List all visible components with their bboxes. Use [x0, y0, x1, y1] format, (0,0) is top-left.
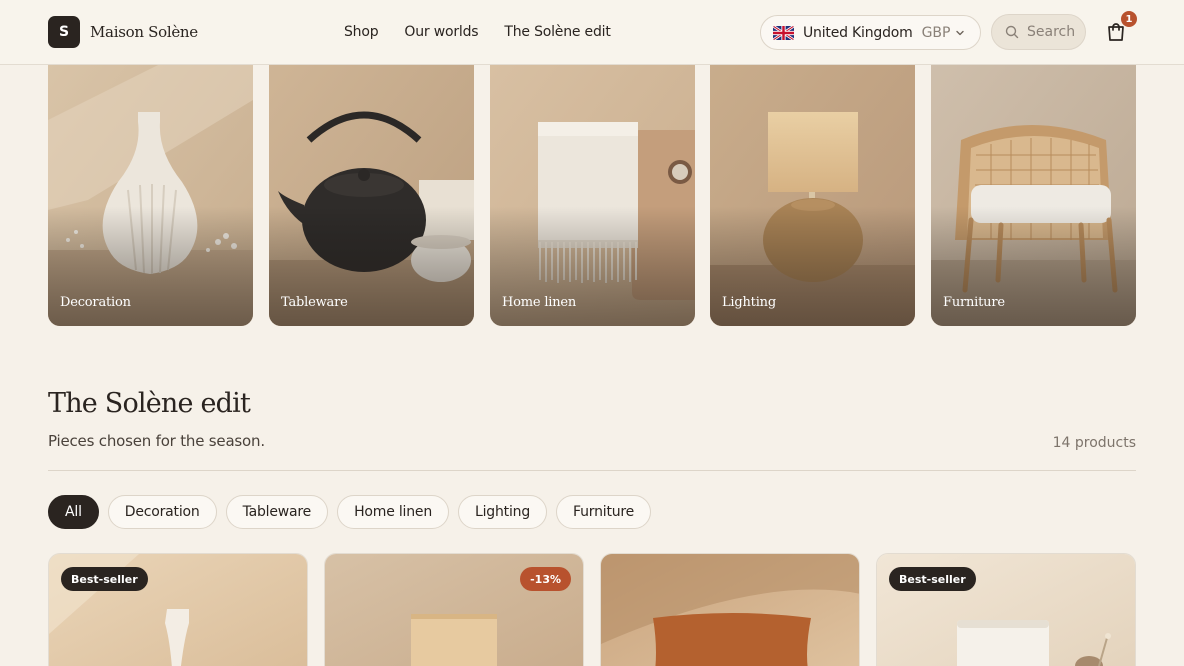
filter-chip-all[interactable]: All — [48, 495, 99, 529]
filter-chips: All Decoration Tableware Home linen Ligh… — [48, 495, 652, 529]
table-lamp-image — [710, 60, 915, 326]
product-card[interactable] — [600, 553, 860, 666]
filter-chip-home-linen[interactable]: Home linen — [337, 495, 450, 529]
nav-our-worlds[interactable]: Our worlds — [404, 20, 478, 44]
filter-chip-furniture[interactable]: Furniture — [556, 495, 652, 529]
site-header: S Maison Solène Shop Our worlds The Solè… — [0, 0, 1184, 65]
uk-flag-icon — [773, 25, 794, 40]
country-selector[interactable]: United Kingdom GBP — [760, 15, 981, 50]
best-seller-badge: Best-seller — [889, 567, 976, 591]
section-title: The Solène edit — [48, 388, 251, 419]
cushion-product-image — [601, 554, 859, 666]
filter-chip-decoration[interactable]: Decoration — [107, 495, 217, 529]
logo-mark: S — [48, 16, 80, 48]
category-grid: Decoration Tableware Home linen Lighting… — [48, 60, 1136, 326]
best-seller-badge: Best-seller — [61, 567, 148, 591]
brand-logo[interactable]: S Maison Solène — [48, 16, 198, 48]
product-card[interactable]: Best-seller — [876, 553, 1136, 666]
product-card[interactable]: Best-seller — [48, 553, 308, 666]
nav-solene-edit[interactable]: The Solène edit — [504, 20, 610, 44]
section-divider — [48, 470, 1136, 471]
search-icon — [1005, 25, 1019, 39]
category-tile-tableware[interactable]: Tableware — [269, 60, 474, 326]
discount-badge: -13% — [520, 567, 571, 591]
category-label: Furniture — [943, 295, 1005, 310]
search-placeholder: Search — [1027, 24, 1076, 40]
category-label: Tableware — [281, 295, 348, 310]
category-label: Home linen — [502, 295, 577, 310]
search-field[interactable]: Search — [991, 14, 1086, 50]
section-subtitle: Pieces chosen for the season. — [48, 432, 265, 450]
armchair-image — [931, 60, 1136, 326]
filter-chip-tableware[interactable]: Tableware — [225, 495, 329, 529]
category-tile-home-linen[interactable]: Home linen — [490, 60, 695, 326]
category-tile-lighting[interactable]: Lighting — [710, 60, 915, 326]
category-label: Decoration — [60, 295, 131, 310]
cart-count-badge: 1 — [1120, 10, 1138, 28]
main-nav: Shop Our worlds The Solène edit — [344, 20, 611, 44]
product-card[interactable]: -13% — [324, 553, 584, 666]
category-tile-furniture[interactable]: Furniture — [931, 60, 1136, 326]
category-tile-decoration[interactable]: Decoration — [48, 60, 253, 326]
country-name: United Kingdom — [803, 24, 913, 41]
currency-code: GBP — [921, 24, 951, 41]
filter-chip-lighting[interactable]: Lighting — [458, 495, 548, 529]
product-count: 14 products — [1052, 435, 1136, 451]
nav-shop[interactable]: Shop — [344, 20, 379, 44]
throw-blanket-image — [490, 60, 695, 326]
category-label: Lighting — [722, 295, 776, 310]
teapot-image — [269, 60, 474, 326]
chevron-down-icon — [956, 30, 964, 36]
vase-image — [48, 60, 253, 326]
brand-name: Maison Solène — [90, 23, 198, 41]
